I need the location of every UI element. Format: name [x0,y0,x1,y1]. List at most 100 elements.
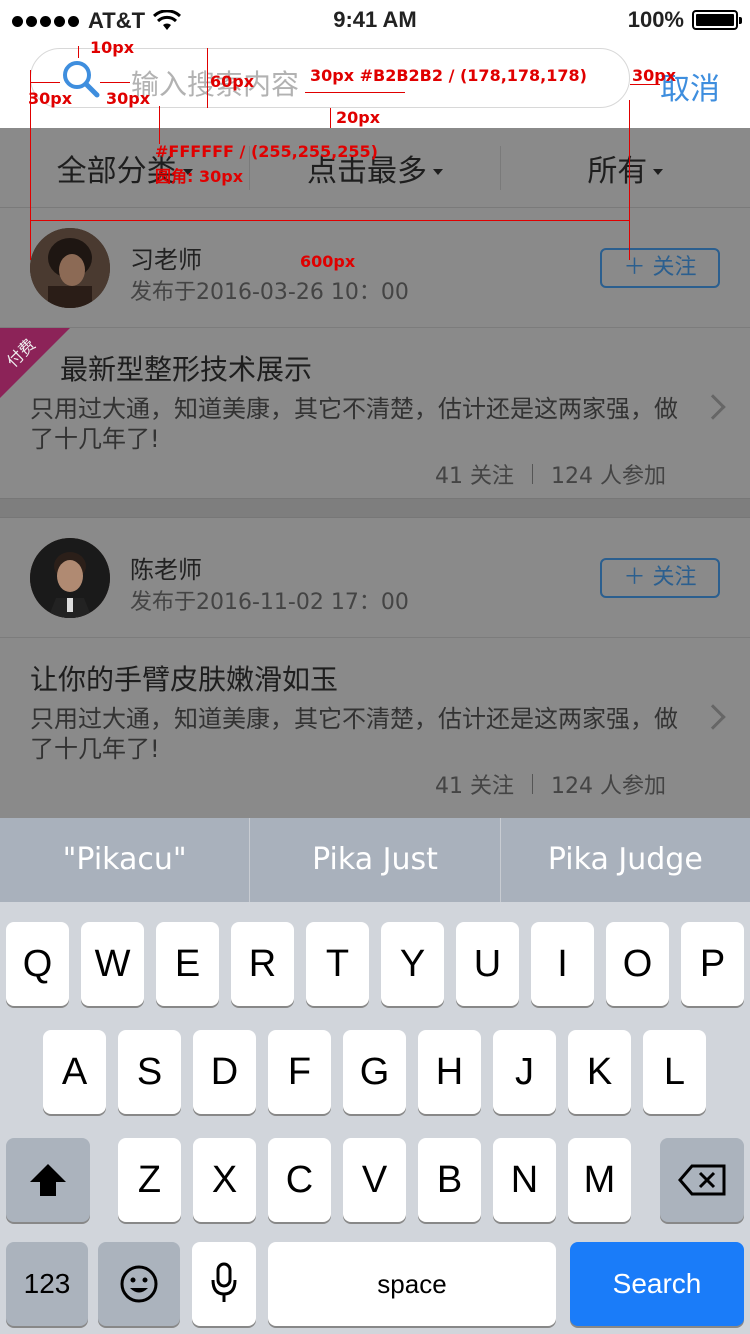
battery-status: 100% [627,7,742,33]
key-letter[interactable]: Z [118,1138,181,1222]
spec-label: #FFFFFF / (255,255,255) [155,142,378,161]
card-divider [0,498,750,518]
spec-line [305,92,405,93]
backspace-key[interactable] [660,1138,744,1222]
post-card[interactable]: 习老师 发布于2016-03-26 10：00 ＋ 关注 付费 最新型整形技术展… [0,208,750,498]
spec-line [78,46,79,58]
avatar [30,538,110,618]
suggestion-item[interactable]: Pika Judge [499,818,750,902]
chevron-right-icon [700,394,726,420]
publish-date: 发布于2016-03-26 10：00 [130,280,409,305]
post-card[interactable]: 陈老师 发布于2016-11-02 17：00 ＋ 关注 让你的手臂皮肤嫩滑如玉… [0,518,750,808]
post-body[interactable]: 付费 最新型整形技术展示 只用过大通，知道美康，其它不清楚，估计还是这两家强，做… [0,328,750,498]
filter-bar: 全部分类 点击最多 所有 [0,128,750,208]
author-name: 习老师 [130,246,202,274]
search-key[interactable]: Search [570,1242,744,1326]
key-letter[interactable]: X [193,1138,256,1222]
key-letter[interactable]: B [418,1138,481,1222]
shift-key[interactable] [6,1138,90,1222]
post-stats: 41 关注 124 人参加 [435,458,666,490]
numbers-key[interactable]: 123 [6,1242,88,1326]
filter-label: 所有 [587,153,648,189]
post-header: 陈老师 发布于2016-11-02 17：00 ＋ 关注 [0,518,750,638]
shift-icon [30,1164,66,1196]
spec-label: 30px #B2B2B2 / (178,178,178) [310,66,587,85]
battery-icon [692,10,742,30]
key-letter[interactable]: Q [6,922,69,1006]
follow-button[interactable]: ＋ 关注 [600,558,720,598]
microphone-key[interactable] [192,1242,256,1326]
post-title: 让你的手臂皮肤嫩滑如玉 [30,663,339,696]
avatar-image [30,538,110,618]
key-letter[interactable]: C [268,1138,331,1222]
follow-count: 41 关注 [435,464,514,489]
key-letter[interactable]: E [156,922,219,1006]
spec-line [100,82,130,83]
key-letter[interactable]: O [606,922,669,1006]
spec-label: 600px [300,252,356,271]
space-key[interactable]: space [268,1242,556,1326]
keyboard: "Pikacu" Pika Just Pika Judge QWERTYUIOP… [0,818,750,1334]
avatar [30,228,110,308]
key-letter[interactable]: M [568,1138,631,1222]
backspace-icon [678,1164,726,1196]
spec-label: 圆角: 30px [155,167,244,186]
avatar-image [30,228,110,308]
post-title: 最新型整形技术展示 [60,353,313,386]
post-body[interactable]: 让你的手臂皮肤嫩滑如玉 只用过大通，知道美康，其它不清楚，估计还是这两家强，做了… [0,638,750,808]
key-letter[interactable]: U [456,922,519,1006]
battery-percent: 100% [627,7,684,32]
spec-line [629,100,630,260]
key-letter[interactable]: D [193,1030,256,1114]
key-letter[interactable]: W [81,922,144,1006]
follow-button[interactable]: ＋ 关注 [600,248,720,288]
key-letter[interactable]: I [531,922,594,1006]
content-overlay[interactable]: 全部分类 点击最多 所有 习老师 发布于2016-03-26 10：00 ＋ 关… [0,128,750,818]
spec-label: 20px [336,108,381,127]
spec-line [30,220,630,221]
emoji-key[interactable] [98,1242,180,1326]
spec-line [30,82,60,83]
spec-label: 60px [210,72,255,91]
key-letter[interactable]: T [306,922,369,1006]
key-letter[interactable]: A [43,1030,106,1114]
suggestion-item[interactable]: Pika Just [249,818,499,902]
key-letter[interactable]: V [343,1138,406,1222]
suggestion-item[interactable]: "Pikacu" [0,818,249,902]
status-bar: AT&T 9:41 AM 100% [0,0,750,40]
stats-divider [532,464,533,484]
follow-count: 41 关注 [435,774,514,799]
spec-line [159,106,160,144]
caret-down-icon [653,169,664,175]
spec-label: 30px [632,66,677,85]
participant-count: 124 人参加 [551,464,666,489]
publish-date: 发布于2016-11-02 17：00 [130,590,409,615]
chevron-right-icon [700,704,726,730]
key-letter[interactable]: N [493,1138,556,1222]
caret-down-icon [432,169,443,175]
key-letter[interactable]: G [343,1030,406,1114]
filter-scope[interactable]: 所有 [499,145,750,190]
key-letter[interactable]: S [118,1030,181,1114]
emoji-icon [120,1265,158,1303]
key-letter[interactable]: J [493,1030,556,1114]
key-letter[interactable]: H [418,1030,481,1114]
key-letter[interactable]: F [268,1030,331,1114]
spec-label: 10px [90,38,135,57]
spec-line [330,108,331,128]
spec-line [207,48,208,108]
stats-divider [532,774,533,794]
key-letter[interactable]: K [568,1030,631,1114]
key-letter[interactable]: L [643,1030,706,1114]
key-letter[interactable]: R [231,922,294,1006]
key-letter[interactable]: P [681,922,744,1006]
participant-count: 124 人参加 [551,774,666,799]
author-name: 陈老师 [130,556,202,584]
post-description: 只用过大通，知道美康，其它不清楚，估计还是这两家强，做了十几年了! [30,395,678,453]
key-letter[interactable]: Y [381,922,444,1006]
post-header: 习老师 发布于2016-03-26 10：00 ＋ 关注 [0,208,750,328]
suggestion-bar: "Pikacu" Pika Just Pika Judge [0,818,750,902]
spec-label: 30px [106,89,151,108]
spec-label: 30px [28,89,73,108]
post-description: 只用过大通，知道美康，其它不清楚，估计还是这两家强，做了十几年了! [30,705,678,763]
